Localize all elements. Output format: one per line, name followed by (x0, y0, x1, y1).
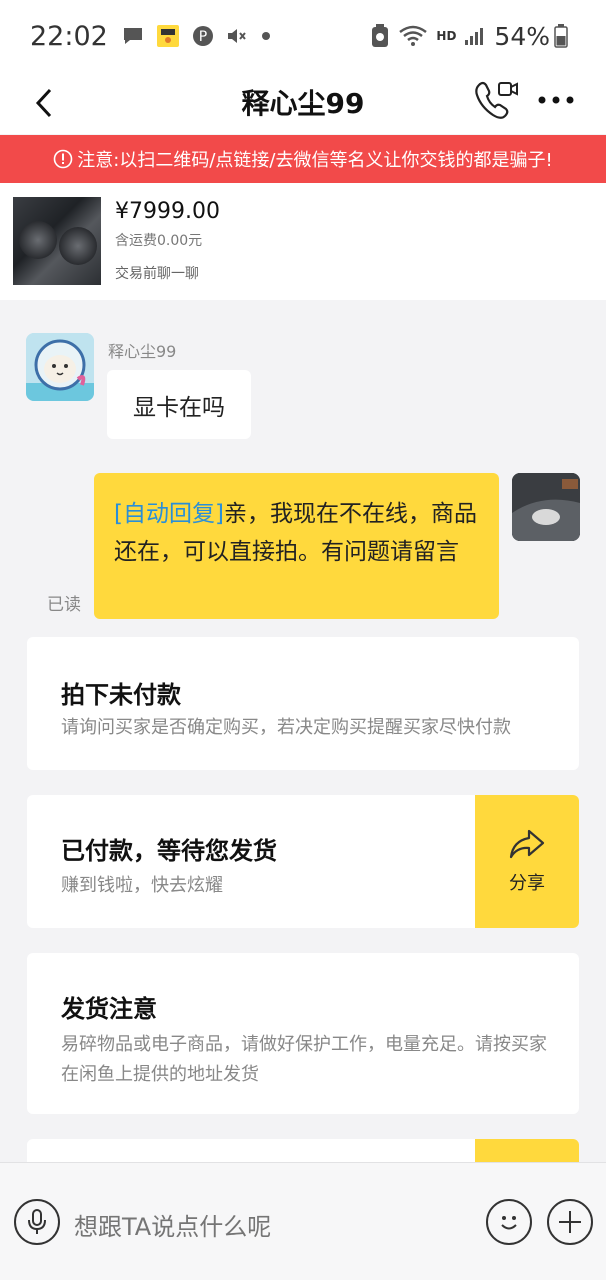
product-shipping: 含运费0.00元 (115, 233, 203, 249)
shipping-notice-card[interactable]: 发货注意 易碎物品或电子商品，请做好保护工作，电量充足。请按买家 在闲鱼上提供的… (27, 953, 579, 1114)
incoming-message-bubble[interactable]: 显卡在吗 (107, 370, 251, 439)
card-description: 请询问买家是否确定购买，若决定购买提醒买家尽快付款 (61, 717, 511, 738)
message-icon (122, 26, 144, 46)
dot-icon (260, 30, 272, 42)
share-label: 分享 (509, 872, 545, 894)
card-description: 赚到钱啦，快去炫耀 (61, 875, 223, 896)
outgoing-message-bubble[interactable]: [自动回复]亲，我现在不在线，商品还在，可以直接拍。有问题请留言 (94, 473, 499, 619)
svg-text:P: P (199, 29, 207, 45)
nfc-icon (370, 24, 390, 48)
share-button[interactable]: 分享 (475, 795, 579, 928)
status-bar: 22:02 P HD 54% (0, 0, 606, 72)
battery-percent: 54% (494, 21, 550, 51)
card-description-line2: 在闲鱼上提供的地址发货 (61, 1064, 259, 1085)
card-description-line1: 易碎物品或电子商品，请做好保护工作，电量充足。请按买家 (61, 1034, 547, 1055)
read-status: 已读 (47, 595, 81, 615)
gpu-fan-graphic (59, 227, 97, 265)
warning-text: 注意:以扫二维码/点链接/去微信等名义让你交钱的都是骗子! (77, 150, 553, 171)
hd-icon: HD (436, 29, 457, 43)
battery-icon (554, 24, 568, 48)
status-time: 22:02 (30, 20, 108, 52)
input-bar (0, 1162, 606, 1280)
product-card[interactable]: ¥7999.00 含运费0.00元 交易前聊一聊 (0, 183, 606, 300)
emoji-icon[interactable] (486, 1199, 532, 1245)
order-status-card[interactable]: 拍下未付款 请询问买家是否确定购买，若决定购买提醒买家尽快付款 (27, 637, 579, 770)
scam-warning-banner: 注意:以扫二维码/点链接/去微信等名义让你交钱的都是骗子! (0, 135, 606, 183)
avatar[interactable] (26, 333, 94, 401)
message-input[interactable] (74, 1207, 454, 1247)
gpu-fan-graphic (19, 221, 57, 259)
sender-name: 释心尘99 (108, 342, 177, 361)
share-icon (509, 829, 545, 863)
product-price: ¥7999.00 (115, 199, 220, 224)
auto-reply-tag: [自动回复] (114, 501, 224, 527)
plus-icon[interactable] (547, 1199, 593, 1245)
card-title: 拍下未付款 (61, 681, 181, 709)
nav-bar: 释心尘99 (0, 72, 606, 134)
call-video-icon[interactable] (472, 76, 520, 124)
microphone-icon[interactable] (14, 1199, 60, 1245)
alert-circle-icon (53, 149, 73, 169)
mute-icon (226, 26, 248, 46)
avatar[interactable] (512, 473, 580, 541)
product-thumbnail[interactable] (13, 197, 101, 285)
card-title: 已付款，等待您发货 (61, 837, 277, 865)
wifi-icon (398, 25, 428, 47)
pinterest-icon: P (192, 25, 214, 47)
app-icon (156, 24, 180, 48)
signal-icon (464, 26, 486, 46)
card-title: 发货注意 (61, 995, 157, 1023)
product-chat-hint: 交易前聊一聊 (115, 266, 199, 282)
order-status-card[interactable]: 已付款，等待您发货 赚到钱啦，快去炫耀 分享 (27, 795, 579, 928)
more-icon[interactable] (536, 86, 576, 114)
